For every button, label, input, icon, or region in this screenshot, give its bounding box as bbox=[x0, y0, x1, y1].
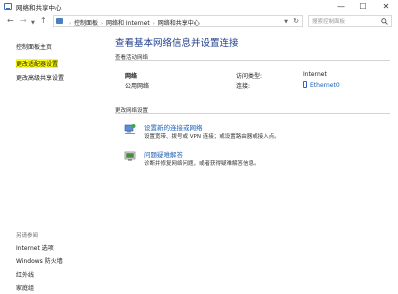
refresh-icon[interactable]: ↻ bbox=[293, 17, 299, 25]
breadcrumb-network-internet[interactable]: 网络和 Internet bbox=[106, 20, 150, 27]
divider bbox=[115, 113, 390, 114]
page-title: 查看基本网络信息并设置连接 bbox=[115, 38, 239, 49]
see-also-windows-firewall[interactable]: Windows 防火墙 bbox=[16, 256, 63, 265]
left-navigation-pane: 控制面板主页 更改适配器设置 更改高级共享设置 另请参阅 Internet 选项… bbox=[0, 30, 100, 294]
network-name: 网络 bbox=[125, 73, 138, 80]
access-type-label: 访问类型: bbox=[236, 73, 263, 80]
back-arrow-icon[interactable]: ← bbox=[7, 15, 14, 27]
network-center-icon bbox=[4, 3, 12, 10]
search-input[interactable] bbox=[312, 17, 378, 26]
main-content: 查看基本网络信息并设置连接 查看活动网络 网络 公用网络 访问类型: Inter… bbox=[100, 30, 398, 294]
troubleshoot-problems-link[interactable]: 问题疑难解答 bbox=[144, 149, 183, 159]
address-dropdown-chevron-icon[interactable]: ▼ bbox=[284, 19, 288, 25]
search-box bbox=[308, 15, 392, 27]
recent-locations-chevron-icon[interactable]: ▼ bbox=[31, 17, 35, 29]
address-bar[interactable]: › 控制面板 › 网络和 Internet › 网络和共享中心 ▼ ↻ bbox=[53, 15, 303, 27]
title-bar: 网络和共享中心 — ☐ ✕ bbox=[0, 0, 398, 13]
breadcrumb-separator[interactable]: › bbox=[101, 21, 103, 27]
breadcrumb-separator: › bbox=[69, 21, 71, 27]
see-also-heading: 另请参阅 bbox=[16, 233, 39, 239]
sidebar-item-change-adapter-settings[interactable]: 更改适配器设置 bbox=[16, 59, 59, 68]
breadcrumb-network-sharing-center[interactable]: 网络和共享中心 bbox=[158, 20, 200, 27]
ethernet-connection-label: Ethernet0 bbox=[310, 82, 340, 89]
breadcrumb: › 控制面板 › 网络和 Internet › 网络和共享中心 bbox=[66, 18, 200, 27]
divider bbox=[115, 60, 390, 61]
minimize-button[interactable]: — bbox=[330, 0, 352, 13]
ethernet-connection-link[interactable]: Ethernet0 bbox=[303, 81, 340, 89]
setup-new-connection-link[interactable]: 设置新的连接或网络 bbox=[144, 122, 203, 132]
troubleshoot-icon bbox=[124, 151, 136, 161]
forward-arrow-icon[interactable]: → bbox=[20, 15, 27, 27]
window-title: 网络和共享中心 bbox=[16, 4, 62, 12]
close-button[interactable]: ✕ bbox=[375, 0, 397, 13]
new-connection-icon bbox=[124, 124, 136, 134]
see-also-infrared[interactable]: 红外线 bbox=[16, 270, 34, 279]
sidebar-item-control-panel-home[interactable]: 控制面板主页 bbox=[16, 42, 52, 51]
connections-label: 连接: bbox=[236, 83, 251, 90]
up-arrow-icon[interactable]: ↑ bbox=[40, 15, 47, 27]
breadcrumb-separator[interactable]: › bbox=[153, 21, 155, 27]
maximize-button[interactable]: ☐ bbox=[352, 0, 374, 13]
control-panel-icon bbox=[56, 18, 63, 24]
search-icon[interactable] bbox=[381, 18, 388, 25]
troubleshoot-problems-description: 诊断并修复网络问题，或者获得疑难解答信息。 bbox=[144, 161, 260, 167]
sidebar-item-change-advanced-sharing[interactable]: 更改高级共享设置 bbox=[16, 73, 64, 82]
see-also-internet-options[interactable]: Internet 选项 bbox=[16, 243, 54, 252]
breadcrumb-control-panel[interactable]: 控制面板 bbox=[74, 20, 98, 27]
see-also-homegroup[interactable]: 家庭组 bbox=[16, 283, 34, 292]
access-type-value: Internet bbox=[303, 71, 327, 78]
network-type: 公用网络 bbox=[125, 83, 150, 90]
navigation-bar: ← → ▼ ↑ › 控制面板 › 网络和 Internet › 网络和共享中心 ▼ ↻ bbox=[0, 14, 398, 28]
ethernet-icon bbox=[303, 81, 307, 88]
setup-new-connection-description: 设置宽带、拨号或 VPN 连接；或设置路由器或接入点。 bbox=[144, 134, 280, 140]
